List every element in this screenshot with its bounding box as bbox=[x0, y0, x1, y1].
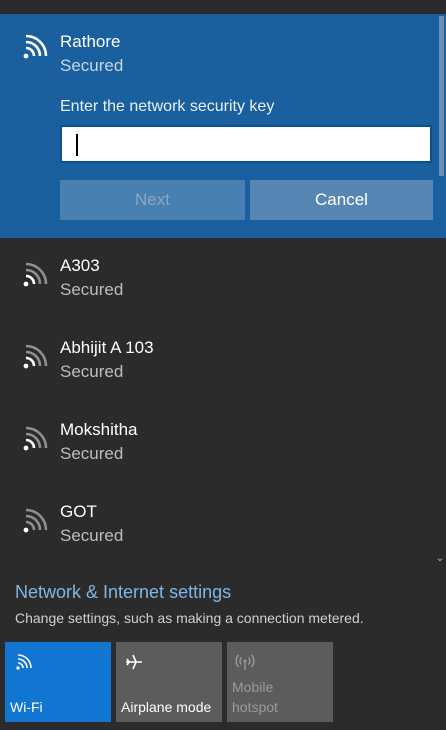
network-item[interactable]: Abhijit A 103 Secured bbox=[0, 328, 446, 410]
cancel-button[interactable]: Cancel bbox=[250, 180, 433, 220]
wifi-secured-icon bbox=[23, 508, 48, 533]
text-caret bbox=[76, 134, 78, 156]
network-flyout: Rathore Secured Enter the network securi… bbox=[0, 0, 446, 730]
next-button[interactable]: Next bbox=[60, 180, 245, 220]
scroll-thumb[interactable] bbox=[439, 16, 444, 176]
list-scrollbar[interactable]: ⌄ bbox=[434, 14, 446, 568]
network-name: Rathore bbox=[60, 32, 121, 51]
security-key-input[interactable] bbox=[60, 125, 432, 163]
wifi-secured-icon bbox=[23, 34, 48, 59]
network-item[interactable]: GOT Secured bbox=[0, 492, 446, 568]
wifi-secured-icon bbox=[23, 426, 48, 451]
network-status: Secured bbox=[60, 526, 124, 545]
network-list[interactable]: Rathore Secured Enter the network securi… bbox=[0, 14, 446, 568]
wifi-tile-label: Wi-Fi bbox=[10, 699, 43, 715]
network-name: Mokshitha bbox=[60, 420, 138, 439]
hotspot-label-line2: hotspot bbox=[232, 699, 278, 715]
mobile-hotspot-tile[interactable]: Mobile hotspot bbox=[227, 642, 333, 722]
network-status: Secured bbox=[60, 362, 124, 381]
network-name: GOT bbox=[60, 502, 97, 521]
network-status: Secured bbox=[60, 280, 124, 299]
network-settings-description: Change settings, such as making a connec… bbox=[15, 610, 364, 626]
wifi-secured-icon bbox=[23, 262, 48, 287]
wifi-icon bbox=[16, 654, 32, 670]
wifi-toggle-tile[interactable]: Wi-Fi bbox=[5, 642, 111, 722]
network-item[interactable]: Mokshitha Secured bbox=[0, 410, 446, 492]
network-settings-link[interactable]: Network & Internet settings bbox=[15, 582, 231, 603]
network-name: Abhijit A 103 bbox=[60, 338, 154, 357]
network-item[interactable]: A303 Secured bbox=[0, 246, 446, 328]
wifi-secured-icon bbox=[23, 344, 48, 369]
network-name: A303 bbox=[60, 256, 100, 275]
network-status: Secured bbox=[60, 444, 124, 463]
airplane-icon bbox=[126, 654, 142, 670]
security-key-label: Enter the network security key bbox=[60, 98, 275, 115]
scroll-down-arrow-icon[interactable]: ⌄ bbox=[435, 553, 445, 564]
hotspot-icon bbox=[235, 654, 255, 670]
hotspot-label-line1: Mobile bbox=[232, 679, 274, 695]
top-strip bbox=[0, 0, 446, 14]
airplane-mode-tile[interactable]: Airplane mode bbox=[116, 642, 222, 722]
network-item-expanded[interactable]: Rathore Secured Enter the network securi… bbox=[0, 14, 446, 238]
hotspot-tile-label: Mobile hotspot bbox=[232, 677, 278, 717]
airplane-tile-label: Airplane mode bbox=[121, 699, 212, 715]
network-status: Secured bbox=[60, 56, 124, 75]
